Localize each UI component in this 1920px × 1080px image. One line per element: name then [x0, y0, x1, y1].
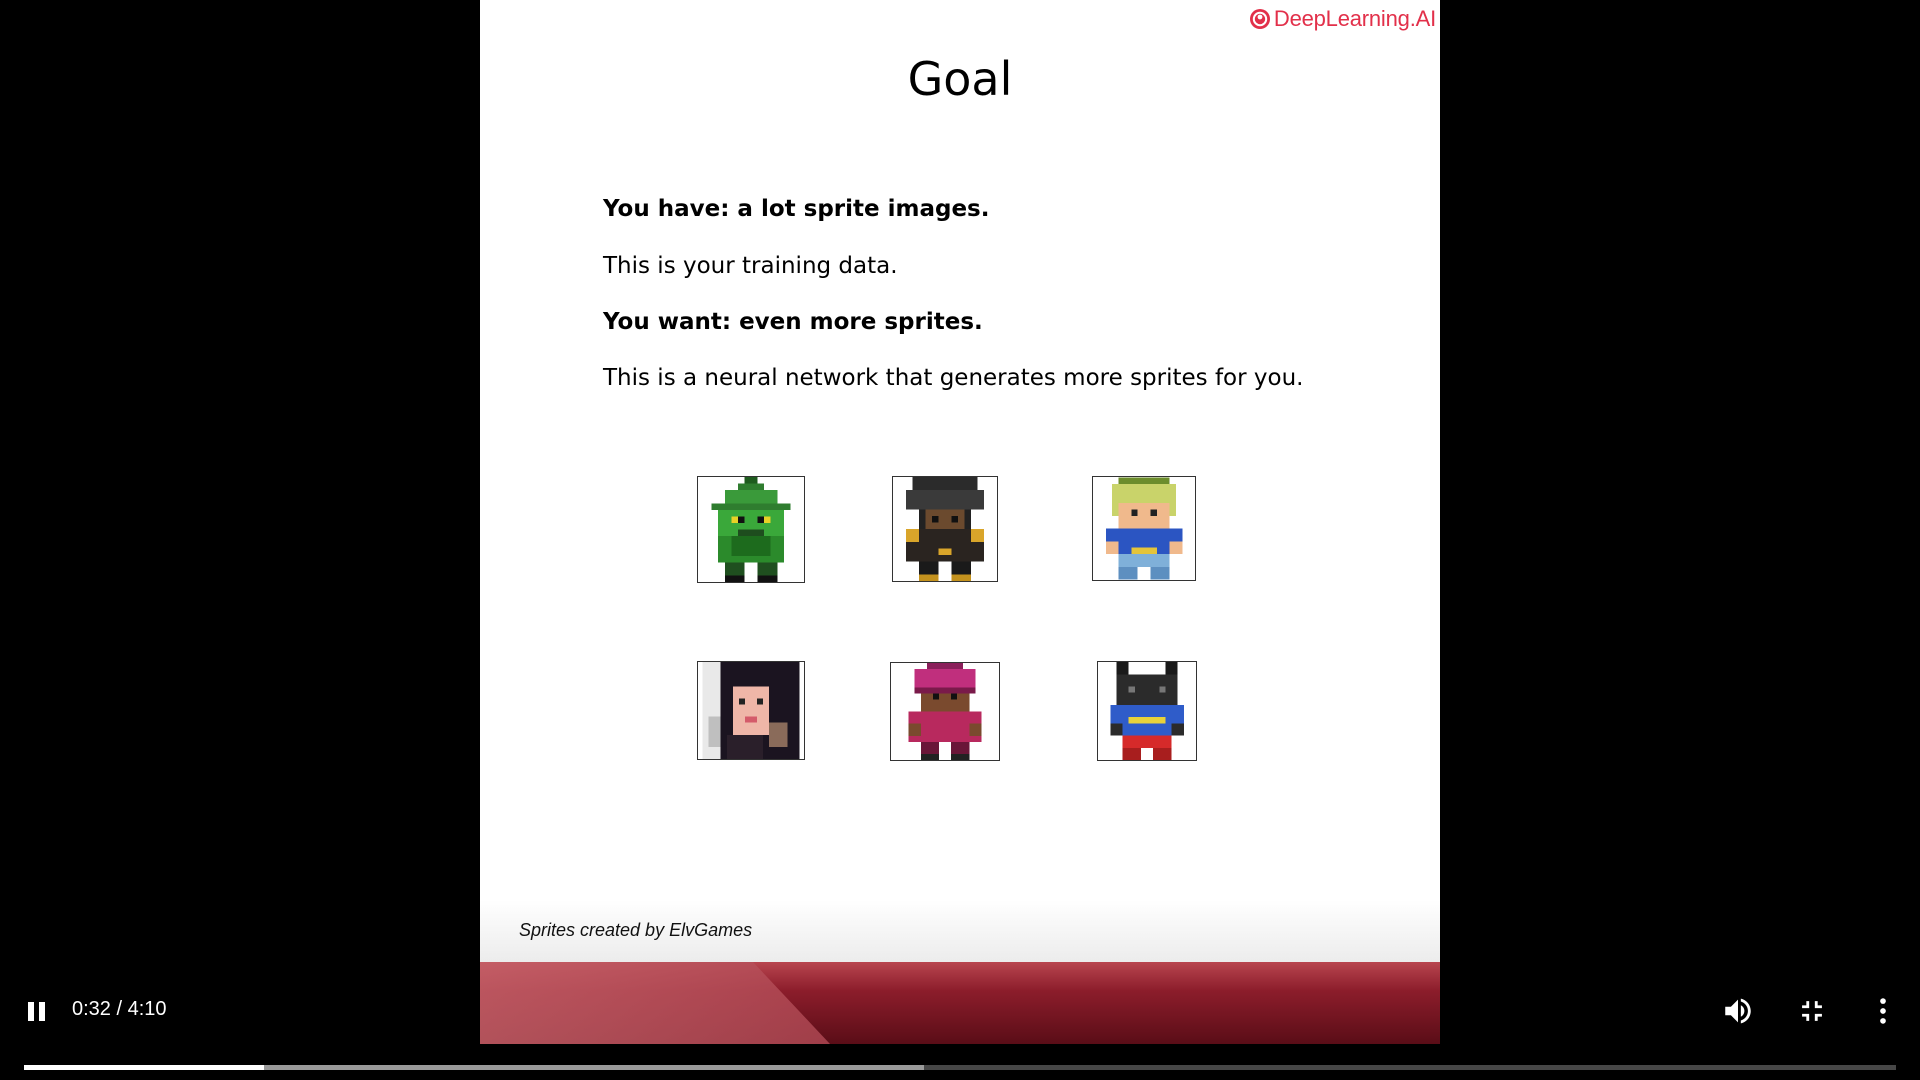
green-goblin-sprite [697, 476, 805, 583]
more-vert-icon [1880, 998, 1886, 1024]
slide-frame: DeepLearning.AI Goal You have: a lot spr… [480, 0, 1440, 1044]
volume-icon [1725, 998, 1751, 1024]
slide-line-training-data: This is your training data. [603, 253, 898, 279]
deeplearning-logo-icon [1249, 9, 1270, 29]
slide-line-neural-network: This is a neural network that generates … [603, 365, 1304, 391]
blonde-blue-shirt-sprite [1092, 476, 1196, 581]
slide-line-you-want: You want: even more sprites. [603, 309, 983, 335]
more-options-button[interactable] [1866, 994, 1900, 1028]
slide-line-you-have: You have: a lot sprite images. [603, 196, 990, 222]
exit-fullscreen-icon [1802, 1001, 1822, 1021]
black-cat-blue-suit-sprite [1097, 661, 1197, 761]
pause-button[interactable] [26, 1000, 48, 1024]
woman-portrait-sprite [697, 661, 805, 760]
logo-text: DeepLearning.AI [1273, 6, 1436, 31]
volume-button[interactable] [1721, 994, 1755, 1028]
sprite-credit: Sprites created by ElvGames [519, 920, 753, 940]
dark-hooded-sprite [892, 476, 998, 582]
time-current: 0:32 [72, 998, 111, 1020]
slide-title: Goal [907, 52, 1013, 106]
progress-bar[interactable] [24, 1065, 1896, 1070]
time-total: 4:10 [127, 998, 167, 1020]
brand-logo: DeepLearning.AI [1249, 6, 1436, 32]
progress-played [24, 1065, 264, 1070]
exit-fullscreen-button[interactable] [1795, 994, 1829, 1028]
magenta-hat-sprite [890, 662, 1000, 761]
video-player[interactable]: DeepLearning.AI Goal You have: a lot spr… [0, 0, 1920, 1080]
time-display: 0:32 / 4:10 [72, 998, 167, 1021]
time-separator: / [116, 998, 123, 1020]
